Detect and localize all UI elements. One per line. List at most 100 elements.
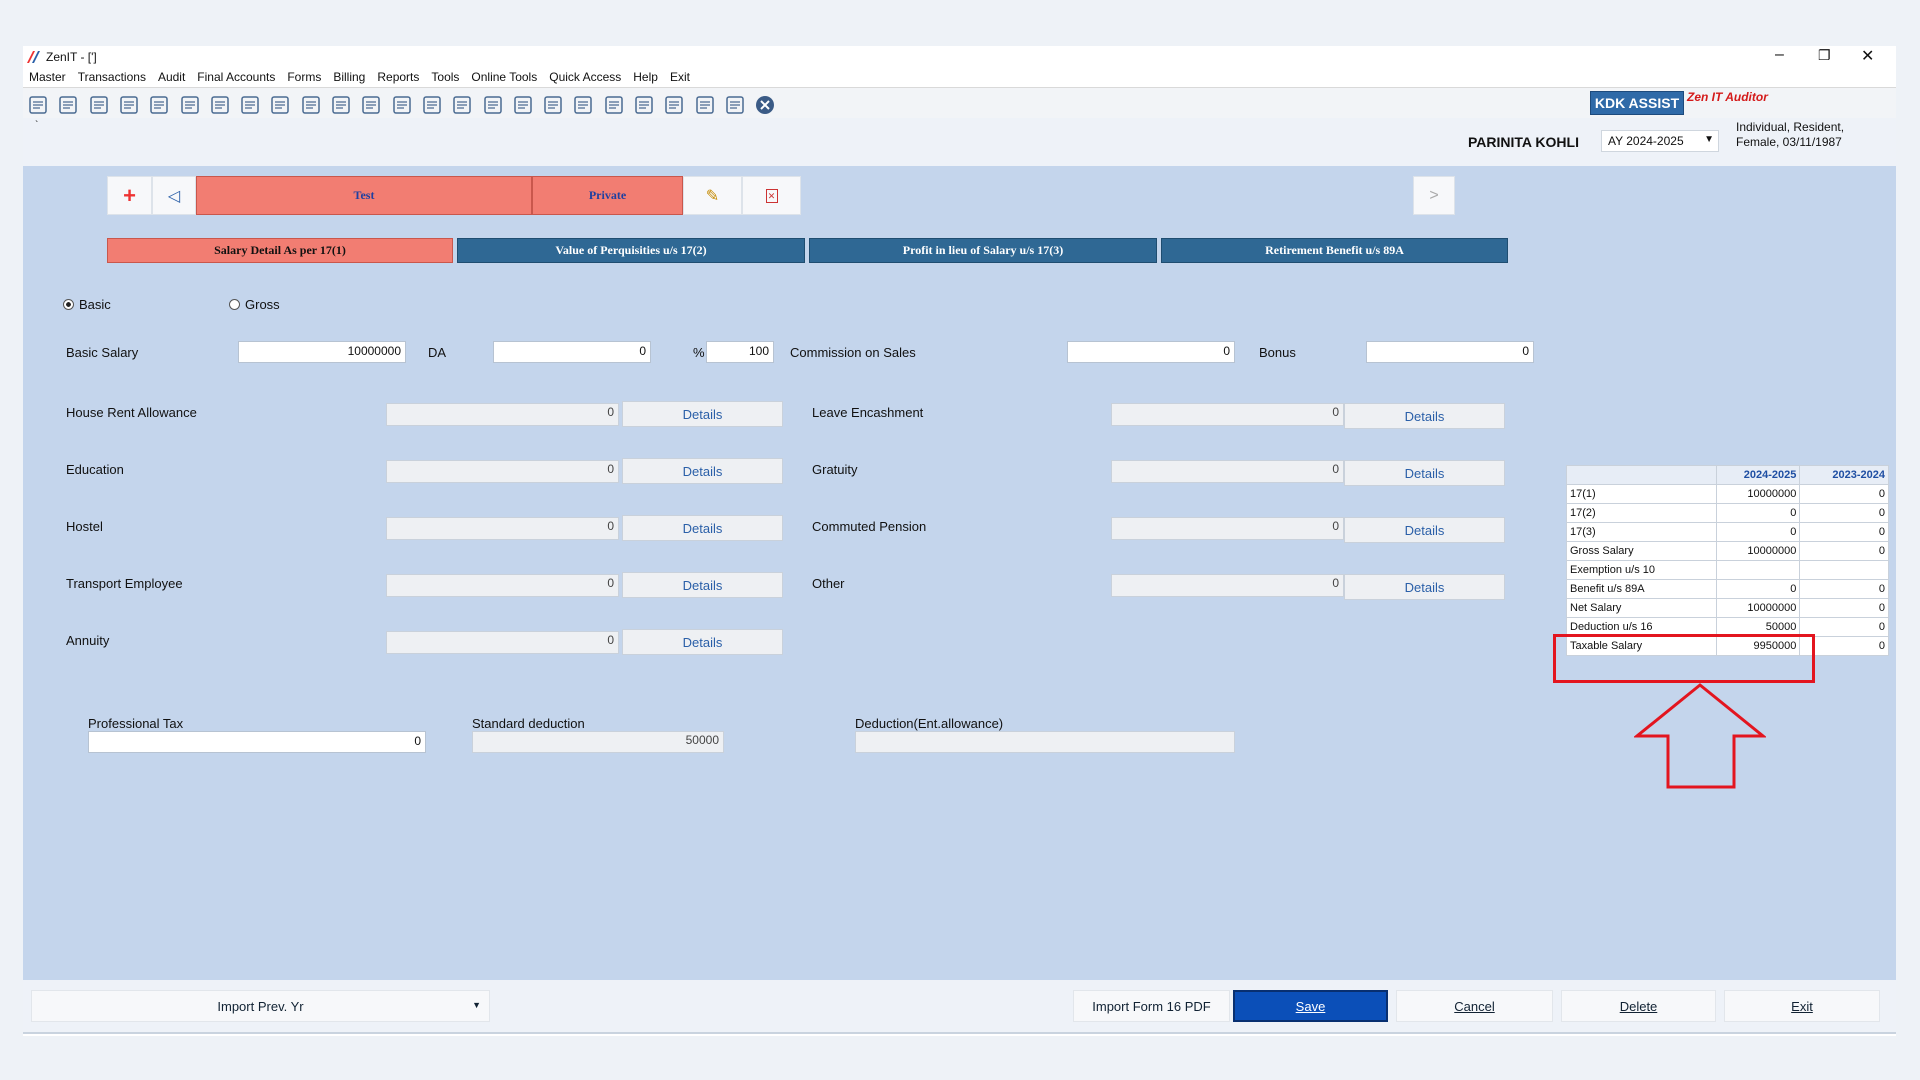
da-percent-input[interactable]: 100 (706, 341, 774, 363)
minimize-button[interactable]: – (1775, 46, 1784, 64)
save-button[interactable]: Save (1233, 990, 1388, 1022)
hammer-icon[interactable] (209, 94, 231, 116)
summary-row-label: Exemption u/s 10 (1566, 560, 1717, 580)
summary-row: Benefit u/s 89A 0 0 (1566, 579, 1889, 599)
menu-reports[interactable]: Reports (371, 68, 425, 86)
info-icon[interactable] (451, 94, 473, 116)
zen-it-auditor-link[interactable]: Zen IT Auditor (1687, 90, 1768, 104)
pay-icon[interactable] (391, 94, 413, 116)
chart-icon[interactable] (118, 94, 140, 116)
filter-icon[interactable] (239, 94, 261, 116)
exit-button[interactable]: Exit (1724, 990, 1880, 1022)
menu-online-tools[interactable]: Online Tools (465, 68, 543, 86)
left-field-details-button[interactable]: Details (622, 629, 783, 655)
right-field-details-button[interactable]: Details (1344, 517, 1505, 543)
menu-quick-access[interactable]: Quick Access (543, 68, 627, 86)
tab-retirement-benefit[interactable]: Retirement Benefit u/s 89A (1161, 238, 1508, 263)
employer-name-tab[interactable]: Test (196, 176, 532, 215)
delete-record-button[interactable]: ✕ (742, 176, 801, 215)
close-circle-icon[interactable] (754, 94, 776, 116)
cancel-button[interactable]: Cancel (1396, 990, 1553, 1022)
cert-icon[interactable] (694, 94, 716, 116)
next-record-button[interactable]: > (1413, 176, 1455, 215)
menu-transactions[interactable]: Transactions (72, 68, 152, 86)
commission-input[interactable]: 0 (1067, 341, 1235, 363)
tab-perquisites[interactable]: Value of Perquisities u/s 17(2) (457, 238, 805, 263)
summary-row: Gross Salary 10000000 0 (1566, 541, 1889, 561)
form-icon[interactable] (724, 94, 746, 116)
calculator-icon[interactable] (330, 94, 352, 116)
professional-tax-input[interactable]: 0 (88, 731, 426, 753)
professional-tax-label: Professional Tax (88, 716, 184, 731)
right-field-details-button[interactable]: Details (1344, 574, 1505, 600)
copy-icon[interactable] (603, 94, 625, 116)
employer-type-tab[interactable]: Private (532, 176, 683, 215)
eye-icon[interactable] (300, 94, 322, 116)
summary-row-previous: 0 (1799, 503, 1889, 523)
tab-profit-in-lieu[interactable]: Profit in lieu of Salary u/s 17(3) (809, 238, 1157, 263)
right-field-label: Gratuity (812, 462, 858, 477)
summary-row: 17(1) 10000000 0 (1566, 484, 1889, 504)
summary-row-label: 17(1) (1566, 484, 1717, 504)
bonus-label: Bonus (1259, 345, 1296, 360)
radio-basic[interactable]: Basic (63, 297, 111, 312)
bonus-input[interactable]: 0 (1366, 341, 1534, 363)
menu-tools[interactable]: Tools (425, 68, 465, 86)
menu-billing[interactable]: Billing (327, 68, 371, 86)
right-field-input: 0 (1111, 403, 1344, 426)
open-icon[interactable] (27, 94, 49, 116)
refresh-icon[interactable] (572, 94, 594, 116)
da-label: DA (428, 345, 447, 360)
delete-button[interactable]: Delete (1561, 990, 1716, 1022)
ay-select[interactable]: AY 2024-2025 ▼ (1601, 130, 1719, 152)
import-form16-button[interactable]: Import Form 16 PDF (1073, 990, 1230, 1022)
da-input[interactable]: 0 (493, 341, 651, 363)
people-icon[interactable] (663, 94, 685, 116)
basic-salary-input[interactable]: 10000000 (238, 341, 406, 363)
client-gender-dob: Female, 03/11/1987 (1736, 135, 1842, 149)
summary-row-current (1715, 560, 1801, 580)
import-prev-year-select[interactable]: Import Prev. Yr ▼ (31, 990, 490, 1022)
pie-icon[interactable] (360, 94, 382, 116)
ledger-icon[interactable] (88, 94, 110, 116)
radio-gross[interactable]: Gross (229, 297, 280, 312)
right-field-details-button[interactable]: Details (1344, 403, 1505, 429)
restore-button[interactable]: ❐ (1818, 47, 1831, 64)
card-icon[interactable] (633, 94, 655, 116)
menu-final-accounts[interactable]: Final Accounts (191, 68, 281, 86)
tab-salary-detail[interactable]: Salary Detail As per 17(1) (107, 238, 453, 263)
left-field-input: 0 (386, 460, 619, 483)
menu-forms[interactable]: Forms (281, 68, 327, 86)
chevron-down-icon: ▼ (1704, 134, 1714, 145)
app-logo-icon (26, 50, 40, 64)
edit-button[interactable]: ✎ (683, 176, 742, 215)
gift-icon[interactable] (148, 94, 170, 116)
left-field-details-button[interactable]: Details (622, 515, 783, 541)
close-window-button[interactable]: ✕ (1861, 46, 1874, 66)
left-field-input: 0 (386, 517, 619, 540)
menu-master[interactable]: Master (23, 68, 72, 86)
basic-salary-label: Basic Salary (66, 345, 139, 360)
left-field-details-button[interactable]: Details (622, 401, 783, 427)
tax-icon[interactable] (269, 94, 291, 116)
book-icon[interactable] (421, 94, 443, 116)
add-record-button[interactable]: + (107, 176, 152, 215)
export-icon[interactable] (512, 94, 534, 116)
home-icon[interactable] (57, 94, 79, 116)
calendar-icon[interactable] (542, 94, 564, 116)
kdk-assist-button[interactable]: KDK ASSIST (1590, 91, 1684, 115)
users-icon[interactable] (179, 94, 201, 116)
client-name: PARINITA KOHLI (1468, 134, 1579, 150)
summary-row-label: 17(2) (1566, 503, 1717, 523)
menu-audit[interactable]: Audit (152, 68, 191, 86)
right-field-input: 0 (1111, 460, 1344, 483)
report-icon[interactable] (482, 94, 504, 116)
left-field-details-button[interactable]: Details (622, 572, 783, 598)
menu-exit[interactable]: Exit (664, 68, 696, 86)
prev-record-button[interactable]: ◁ (152, 176, 196, 215)
left-field-details-button[interactable]: Details (622, 458, 783, 484)
right-field-details-button[interactable]: Details (1344, 460, 1505, 486)
right-field-label: Leave Encashment (812, 405, 924, 420)
ent-allowance-input[interactable] (855, 731, 1235, 753)
menu-help[interactable]: Help (627, 68, 664, 86)
